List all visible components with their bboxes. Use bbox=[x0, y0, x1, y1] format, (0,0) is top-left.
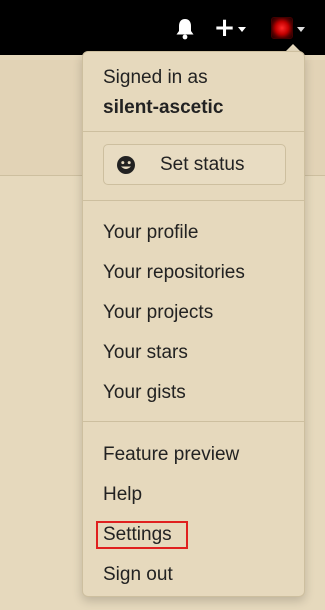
plus-icon: + bbox=[213, 13, 236, 43]
menu-item-your-profile[interactable]: Your profile bbox=[103, 221, 198, 245]
set-status-label: Set status bbox=[160, 153, 245, 175]
menu-item-your-stars[interactable]: Your stars bbox=[103, 341, 188, 365]
menu-item-feature-preview[interactable]: Feature preview bbox=[103, 443, 239, 467]
signed-in-header: Signed in as silent-ascetic bbox=[103, 66, 223, 120]
menu-item-your-gists[interactable]: Your gists bbox=[103, 381, 186, 405]
divider bbox=[83, 131, 304, 132]
settings-highlight-box bbox=[96, 521, 188, 549]
menu-item-your-projects[interactable]: Your projects bbox=[103, 301, 213, 325]
menu-item-help[interactable]: Help bbox=[103, 483, 142, 507]
divider bbox=[83, 200, 304, 201]
signed-in-label: Signed in as bbox=[103, 67, 208, 88]
divider bbox=[83, 421, 304, 422]
username[interactable]: silent-ascetic bbox=[103, 96, 223, 120]
user-dropdown-menu: Signed in as silent-ascetic Set status Y… bbox=[82, 51, 305, 597]
chevron-down-icon bbox=[238, 26, 247, 32]
menu-item-sign-out[interactable]: Sign out bbox=[103, 563, 173, 587]
smiley-icon bbox=[116, 155, 136, 175]
create-new-dropdown[interactable]: + bbox=[210, 14, 250, 42]
user-menu-toggle[interactable] bbox=[264, 14, 312, 42]
avatar bbox=[271, 17, 293, 39]
menu-item-your-repositories[interactable]: Your repositories bbox=[103, 261, 245, 285]
set-status-button[interactable]: Set status bbox=[103, 144, 286, 185]
notifications-bell-icon[interactable] bbox=[172, 16, 198, 42]
chevron-down-icon bbox=[297, 26, 305, 32]
